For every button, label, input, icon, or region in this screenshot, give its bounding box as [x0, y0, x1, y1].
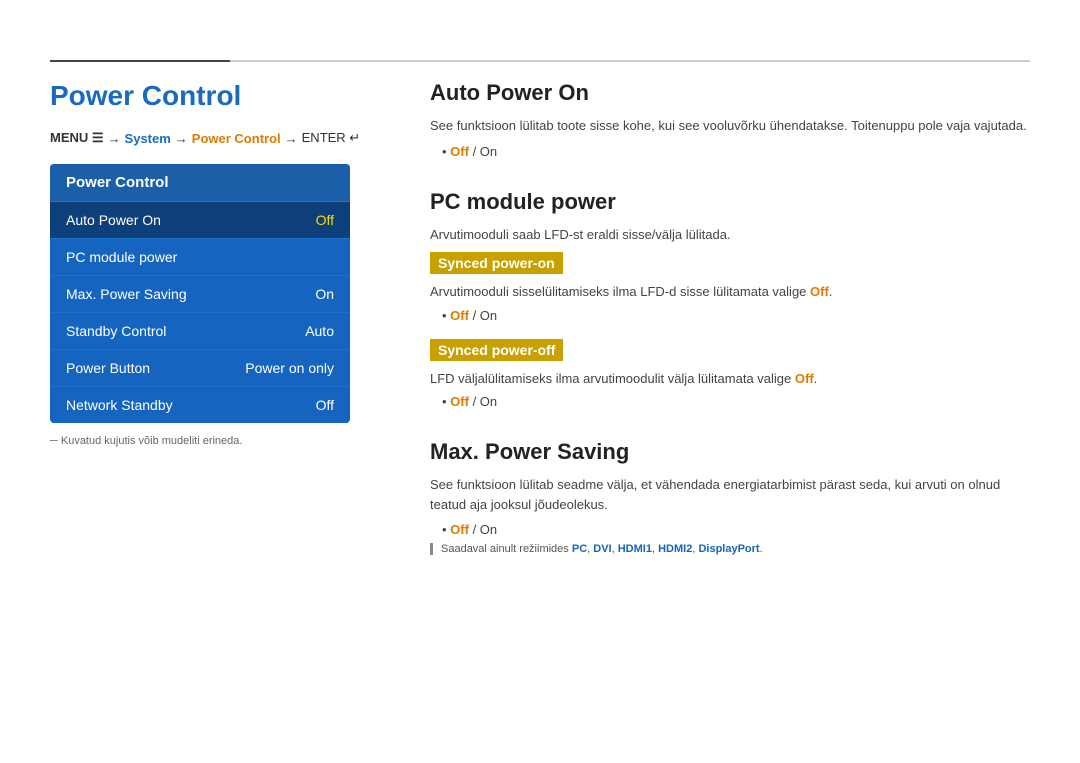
breadcrumb-arrow-2: → [175, 131, 188, 146]
menu-item-value: Power on only [245, 360, 334, 376]
page-title: Power Control [50, 80, 390, 112]
menu-item-label: Standby Control [66, 323, 166, 339]
bullet-synced-on: Off / On [442, 308, 1030, 323]
menu-item-value: Off [316, 397, 334, 413]
menu-item-label: PC module power [66, 249, 177, 265]
footnote: Kuvatud kujutis võib mudeliti erineda. [50, 435, 390, 447]
section-title-max-power: Max. Power Saving [430, 439, 1030, 465]
slash-separator: / On [473, 144, 498, 159]
menu-item-label: Auto Power On [66, 212, 161, 228]
menu-item-value: On [315, 286, 334, 302]
breadcrumb-enter: ENTER ↵ [302, 130, 361, 146]
synced-power-off-desc: LFD väljalülitamiseks ilma arvutimooduli… [430, 369, 1030, 389]
footnote-pc: PC [572, 543, 587, 555]
menu-item-pc-module-power[interactable]: PC module power [50, 239, 350, 276]
breadcrumb-system: System [125, 131, 171, 146]
max-power-off: Off [450, 522, 469, 537]
breadcrumb: MENU ☰ → System → Power Control → ENTER … [50, 130, 390, 146]
menu-item-standby-control[interactable]: Standby Control Auto [50, 313, 350, 350]
synced-power-on-label: Synced power-on [430, 252, 563, 274]
off-label: Off [450, 144, 469, 159]
section-title-auto-power-on: Auto Power On [430, 80, 1030, 106]
section-desc-max-power: See funktsioon lülitab seadme välja, et … [430, 475, 1030, 514]
max-power-footnote: Saadaval ainult režiimides PC, DVI, HDMI… [430, 543, 1030, 555]
menu-box: Power Control Auto Power On Off PC module … [50, 164, 350, 423]
section-pc-module-power: PC module power Arvutimooduli saab LFD-s… [430, 189, 1030, 410]
left-panel: Power Control MENU ☰ → System → Power Co… [50, 80, 390, 447]
menu-item-power-button[interactable]: Power Button Power on only [50, 350, 350, 387]
footnote-displayport: DisplayPort [698, 543, 759, 555]
section-max-power-saving: Max. Power Saving See funktsioon lülitab… [430, 439, 1030, 555]
footnote-dvi: DVI [593, 543, 611, 555]
menu-item-label: Max. Power Saving [66, 286, 187, 302]
menu-item-value: Off [316, 212, 334, 228]
breadcrumb-arrow-1: → [108, 131, 121, 146]
synced-power-off-block: Synced power-off LFD väljalülitamiseks i… [430, 339, 1030, 410]
bullet-synced-off: Off / On [442, 394, 1030, 409]
synced-power-on-desc: Arvutimooduli sisselülitamiseks ilma LFD… [430, 282, 1030, 302]
breadcrumb-power-control: Power Control [192, 131, 281, 146]
menu-item-label: Network Standby [66, 397, 173, 413]
synced-power-on-block: Synced power-on Arvutimooduli sisselülit… [430, 252, 1030, 323]
synced-power-off-label: Synced power-off [430, 339, 563, 361]
synced-off-off: Off [795, 371, 814, 386]
footnote-hdmi1: HDMI1 [618, 543, 652, 555]
right-panel: Auto Power On See funktsioon lülitab too… [430, 80, 1030, 585]
section-auto-power-on: Auto Power On See funktsioon lülitab too… [430, 80, 1030, 159]
menu-item-value: Auto [305, 323, 334, 339]
synced-off-off-bullet: Off [450, 394, 469, 409]
breadcrumb-menu-text: MENU ☰ [50, 130, 104, 146]
max-power-slash: / On [473, 522, 498, 537]
synced-off-slash: / On [473, 394, 498, 409]
breadcrumb-arrow-3: → [285, 131, 298, 146]
menu-item-auto-power-on[interactable]: Auto Power On Off [50, 202, 350, 239]
top-border [50, 60, 1030, 62]
bullet-max-power: Off / On [442, 522, 1030, 537]
synced-on-off-bullet: Off [450, 308, 469, 323]
synced-on-off: Off [810, 284, 829, 299]
bullet-auto-power-on: Off / On [442, 144, 1030, 159]
menu-header: Power Control [50, 164, 350, 202]
section-desc-pc-module: Arvutimooduli saab LFD-st eraldi sisse/v… [430, 225, 1030, 245]
menu-item-network-standby[interactable]: Network Standby Off [50, 387, 350, 423]
menu-item-label: Power Button [66, 360, 150, 376]
section-title-pc-module: PC module power [430, 189, 1030, 215]
footnote-hdmi2: HDMI2 [658, 543, 692, 555]
synced-on-slash: / On [473, 308, 498, 323]
section-desc-auto-power-on: See funktsioon lülitab toote sisse kohe,… [430, 116, 1030, 136]
menu-item-max.-power-saving[interactable]: Max. Power Saving On [50, 276, 350, 313]
